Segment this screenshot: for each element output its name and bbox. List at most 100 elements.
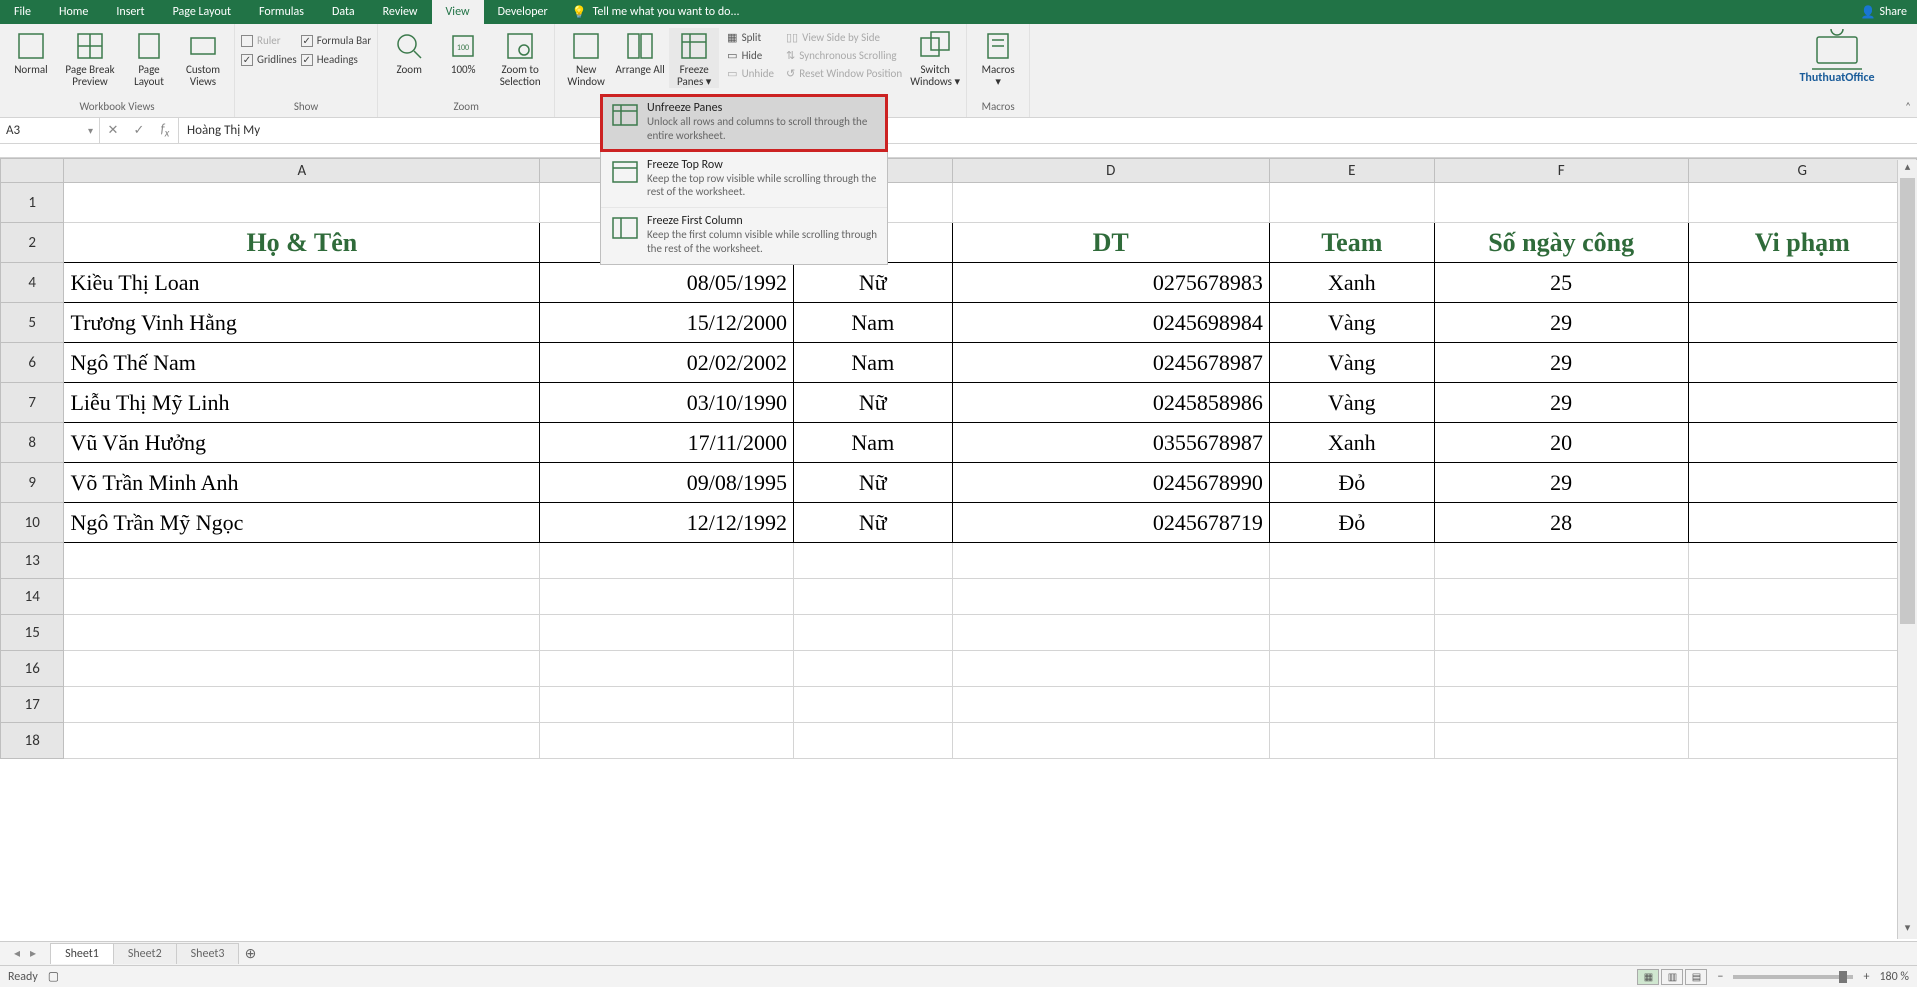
cell[interactable]: Team	[1269, 223, 1434, 263]
cell[interactable]: DT	[952, 223, 1269, 263]
row-header[interactable]: 9	[1, 463, 64, 503]
col-header-a[interactable]: A	[64, 159, 540, 183]
row-header[interactable]: 15	[1, 615, 64, 651]
cell[interactable]: 08/05/1992	[540, 263, 794, 303]
tab-home[interactable]: Home	[45, 0, 102, 24]
cell[interactable]: 03/10/1990	[540, 383, 794, 423]
page-layout-view-icon[interactable]: ▥	[1661, 969, 1683, 985]
cell[interactable]: 29	[1434, 463, 1688, 503]
cell[interactable]	[1688, 383, 1916, 423]
accept-formula-button[interactable]: ✓	[126, 123, 152, 138]
cell[interactable]: 17/11/2000	[540, 423, 794, 463]
cell[interactable]: 0275678983	[952, 263, 1269, 303]
scroll-up-icon[interactable]: ▴	[1898, 160, 1917, 178]
share-button[interactable]: 👤 Share	[1860, 0, 1907, 24]
cell[interactable]: 0245678987	[952, 343, 1269, 383]
row-header[interactable]: 4	[1, 263, 64, 303]
cell[interactable]: Nữ	[794, 383, 953, 423]
cell[interactable]: Xanh	[1269, 263, 1434, 303]
freeze-top-row-item[interactable]: Freeze Top Row Keep the top row visible …	[601, 151, 887, 208]
tab-formulas[interactable]: Formulas	[245, 0, 318, 24]
cell[interactable]	[1688, 263, 1916, 303]
zoom-in-button[interactable]: +	[1863, 970, 1869, 984]
macros-button[interactable]: Macros▾	[973, 28, 1023, 88]
page-break-preview-button[interactable]: Page Break Preview	[60, 28, 120, 88]
cell[interactable]: Nam	[794, 303, 953, 343]
zoom-to-selection-button[interactable]: Zoom to Selection	[492, 28, 548, 88]
cell[interactable]: 0245698984	[952, 303, 1269, 343]
cell[interactable]	[1688, 423, 1916, 463]
tab-page-layout[interactable]: Page Layout	[159, 0, 245, 24]
formula-bar-checkbox[interactable]: ✓Formula Bar	[301, 34, 371, 47]
cell[interactable]: Đỏ	[1269, 503, 1434, 543]
cell[interactable]: Ngô Thế Nam	[64, 343, 540, 383]
cell[interactable]: 0245678719	[952, 503, 1269, 543]
cancel-formula-button[interactable]: ✕	[100, 123, 126, 138]
ruler-checkbox[interactable]: Ruler	[241, 34, 297, 47]
tab-developer[interactable]: Developer	[484, 0, 562, 24]
cell[interactable]: 0245678990	[952, 463, 1269, 503]
arrange-all-button[interactable]: Arrange All	[615, 28, 665, 76]
row-header[interactable]: 10	[1, 503, 64, 543]
zoom-knob[interactable]	[1839, 971, 1847, 983]
sheet-nav-prev-icon[interactable]: ◂	[14, 946, 20, 961]
row-header[interactable]: 18	[1, 723, 64, 759]
cell[interactable]: 25	[1434, 263, 1688, 303]
tab-file[interactable]: File	[0, 0, 45, 24]
cell[interactable]: Vàng	[1269, 303, 1434, 343]
cell[interactable]: 02/02/2002	[540, 343, 794, 383]
scroll-down-icon[interactable]: ▾	[1898, 921, 1917, 939]
name-box[interactable]: A3 ▾	[0, 118, 100, 143]
worksheet-grid[interactable]: A B C D E F G 1 2 Họ & Tên Ngày sinh DT …	[0, 158, 1917, 759]
cell[interactable]: Đỏ	[1269, 463, 1434, 503]
tell-me-search[interactable]: 💡 Tell me what you want to do...	[562, 0, 750, 24]
page-break-view-icon[interactable]: ▤	[1685, 969, 1707, 985]
cell[interactable]: 15/12/2000	[540, 303, 794, 343]
normal-view-icon[interactable]: ▦	[1637, 969, 1659, 985]
cell[interactable]: Nam	[794, 423, 953, 463]
freeze-panes-button[interactable]: Freeze Panes ▾	[669, 28, 719, 88]
tab-review[interactable]: Review	[369, 0, 432, 24]
zoom-slider[interactable]	[1733, 975, 1853, 979]
cell[interactable]: Xanh	[1269, 423, 1434, 463]
cell[interactable]: Võ Trần Minh Anh	[64, 463, 540, 503]
sheet-tab-3[interactable]: Sheet3	[176, 943, 240, 964]
unfreeze-panes-item[interactable]: Unfreeze Panes Unlock all rows and colum…	[601, 95, 887, 151]
row-header[interactable]: 6	[1, 343, 64, 383]
cell[interactable]: Số ngày công	[1434, 223, 1688, 263]
zoom-button[interactable]: Zoom	[384, 28, 434, 76]
cell[interactable]: Vũ Văn Hưởng	[64, 423, 540, 463]
row-header[interactable]: 8	[1, 423, 64, 463]
zoom-out-button[interactable]: −	[1717, 970, 1723, 984]
cell[interactable]	[1688, 343, 1916, 383]
cell[interactable]: Họ & Tên	[64, 223, 540, 263]
macro-record-icon[interactable]: ▢	[48, 969, 59, 984]
row-header[interactable]: 16	[1, 651, 64, 687]
cell[interactable]: 29	[1434, 383, 1688, 423]
cell[interactable]: Nữ	[794, 263, 953, 303]
col-header-f[interactable]: F	[1434, 159, 1688, 183]
row-header[interactable]: 2	[1, 223, 64, 263]
row-header[interactable]: 14	[1, 579, 64, 615]
cell[interactable]: 20	[1434, 423, 1688, 463]
tab-view[interactable]: View	[432, 0, 484, 24]
cell[interactable]: 29	[1434, 303, 1688, 343]
sheet-nav-next-icon[interactable]: ▸	[30, 946, 36, 961]
select-all-corner[interactable]	[1, 159, 64, 183]
cell[interactable]: Trương Vinh Hằng	[64, 303, 540, 343]
zoom-100-button[interactable]: 100 100%	[438, 28, 488, 76]
cell[interactable]: 09/08/1995	[540, 463, 794, 503]
row-header[interactable]: 13	[1, 543, 64, 579]
headings-checkbox[interactable]: ✓Headings	[301, 53, 371, 66]
tab-data[interactable]: Data	[318, 0, 369, 24]
cell[interactable]	[1688, 463, 1916, 503]
cell[interactable]: 29	[1434, 343, 1688, 383]
page-layout-button[interactable]: Page Layout	[124, 28, 174, 88]
cell[interactable]: 0245858986	[952, 383, 1269, 423]
cell[interactable]: Vi phạm	[1688, 223, 1916, 263]
sheet-tab-1[interactable]: Sheet1	[50, 943, 114, 964]
new-window-button[interactable]: New Window	[561, 28, 611, 88]
col-header-e[interactable]: E	[1269, 159, 1434, 183]
row-header[interactable]: 5	[1, 303, 64, 343]
freeze-first-column-item[interactable]: Freeze First Column Keep the first colum…	[601, 207, 887, 264]
